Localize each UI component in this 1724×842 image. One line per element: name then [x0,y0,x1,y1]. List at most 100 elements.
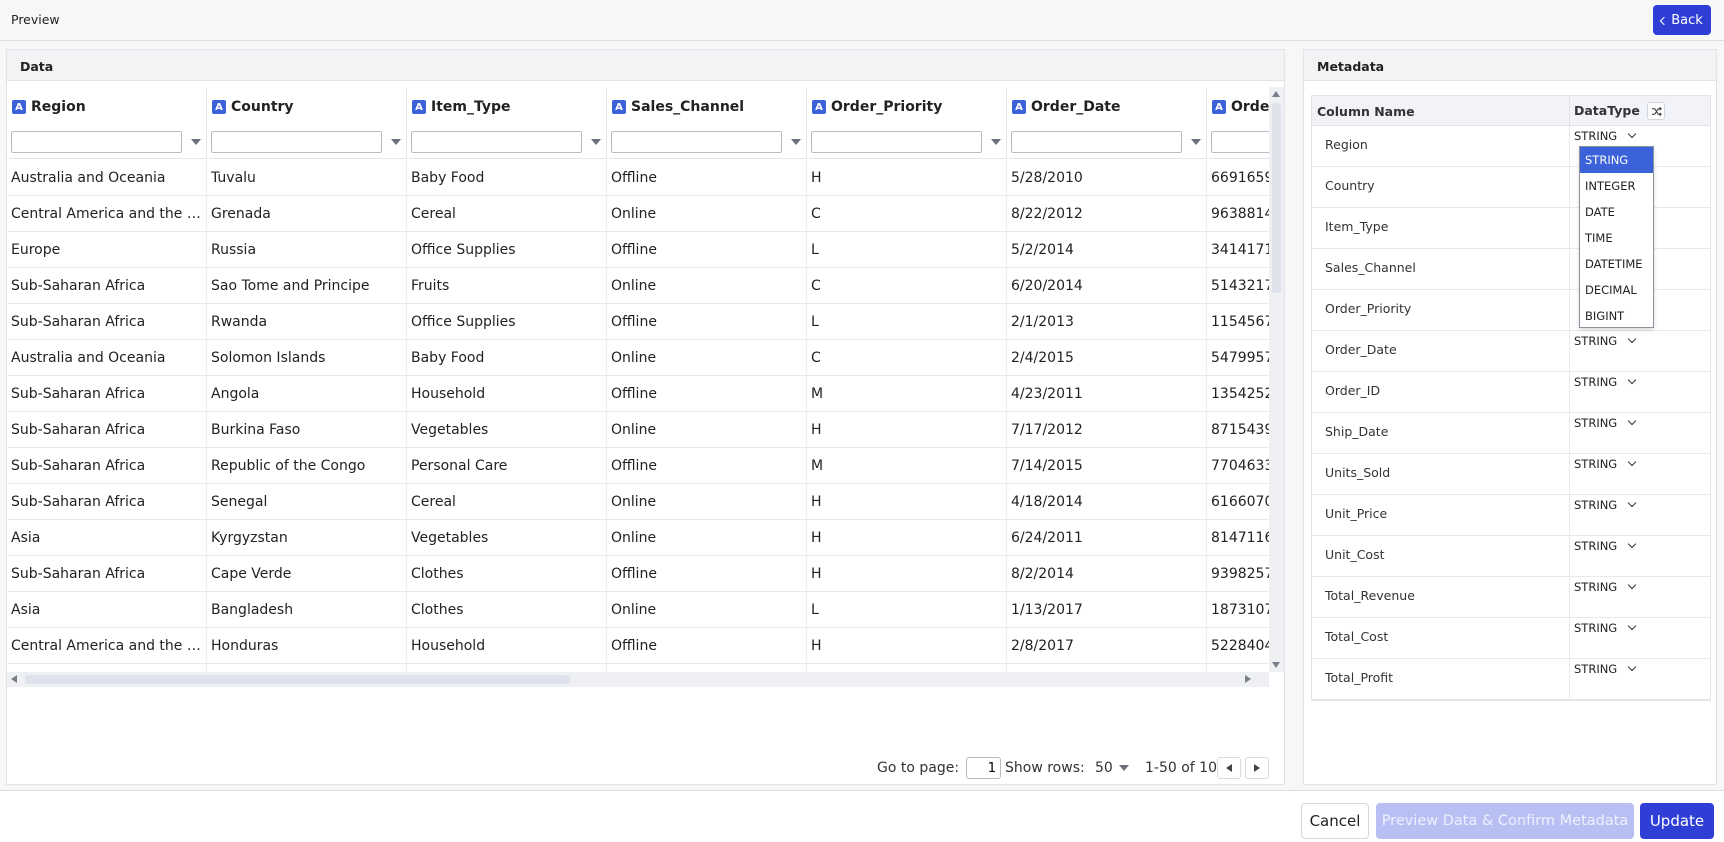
show-rows-select[interactable]: 50 [1091,757,1137,779]
table-row[interactable]: Asia Bangladesh Clothes Online L 1/13/2017 187… [7,592,1269,628]
update-button[interactable]: Update [1640,803,1714,839]
top-bar: Preview Back [0,0,1724,41]
datatype-select[interactable]: STRING [1574,539,1637,553]
column-header[interactable]: A Order_Priority [807,87,1007,159]
table-cell: 6/20/2014 [1007,268,1207,304]
previous-page-button[interactable] [1217,757,1241,779]
metadata-row-divider [1569,249,1570,290]
column-filter-input[interactable] [211,131,382,153]
metadata-row: Units_Sold STRING [1312,454,1710,495]
horizontal-scrollbar[interactable] [7,672,1269,687]
datatype-option[interactable]: TIME [1580,225,1653,251]
datatype-select[interactable]: STRING [1574,416,1637,430]
column-filter-input[interactable] [1011,131,1182,153]
datatype-value: STRING [1574,457,1618,471]
datatype-option[interactable]: DATETIME [1580,251,1653,277]
data-panel: Data A Region A Country A Item_Type A Sales_Cha… [6,49,1285,785]
column-header[interactable]: A Country [207,87,407,159]
column-filter-input[interactable] [411,131,582,153]
table-cell: Fruits [407,268,607,304]
datatype-value: STRING [1574,662,1618,676]
datatype-select[interactable]: STRING [1574,334,1637,348]
datatype-value: STRING [1574,498,1618,512]
filter-menu-button[interactable] [587,133,605,151]
caret-down-icon [791,139,801,145]
column-filter-input[interactable] [811,131,982,153]
datatype-select[interactable]: STRING [1574,375,1637,389]
filter-menu-button[interactable] [787,133,805,151]
table-row[interactable]: Sub-Saharan Africa Sao Tome and Principe F… [7,268,1269,304]
caret-down-icon [591,139,601,145]
column-header-title: A Country [212,99,294,115]
table-row[interactable]: Sub-Saharan Africa Senegal Cereal Online H 4/… [7,484,1269,520]
column-header[interactable]: A Item_Type [407,87,607,159]
metadata-column-name: Item_Type [1325,219,1389,234]
datatype-select[interactable]: STRING [1574,621,1637,635]
column-filter-input[interactable] [11,131,182,153]
caret-down-icon [1191,139,1201,145]
column-header[interactable]: A Sales_Channel [607,87,807,159]
scroll-right-icon[interactable] [1245,675,1251,683]
cancel-button[interactable]: Cancel [1301,803,1369,839]
table-row[interactable]: Sub-Saharan Africa Rwanda Office Supplies O… [7,304,1269,340]
table-cell: 616607081 [1207,484,1269,520]
column-filter-input[interactable] [1211,131,1269,153]
filter-menu-button[interactable] [987,133,1005,151]
datatype-option[interactable]: STRING [1580,147,1653,173]
column-filter-input[interactable] [611,131,782,153]
preview-confirm-button[interactable]: Preview Data & Confirm Metadata [1376,803,1634,839]
goto-page-input[interactable] [966,757,1001,779]
table-cell: Offline [607,376,807,412]
datatype-option[interactable]: BIGINT [1580,303,1653,329]
vertical-scroll-thumb[interactable] [1272,103,1281,293]
vertical-scrollbar[interactable] [1269,87,1284,672]
table-cell: M [807,448,1007,484]
metadata-column-name: Order_ID [1325,383,1381,398]
table-row[interactable]: Central America and the CaribbeanHondura… [7,628,1269,664]
datatype-select[interactable]: STRING [1574,457,1637,471]
shuffle-button[interactable] [1647,102,1665,120]
column-header-title: A Order_Priority [812,99,942,115]
scroll-up-icon[interactable] [1272,91,1280,97]
table-row[interactable]: AsiaMongoliaPersonal CareOfflineC2/19/20… [7,664,1269,672]
metadata-row-divider [1569,536,1570,577]
datatype-option[interactable]: INTEGER [1580,173,1653,199]
table-row[interactable]: Australia and Oceania Tuvalu Baby Food Offl… [7,160,1269,196]
chevron-down-icon [1627,662,1637,672]
column-header-label: Order_ID [1231,99,1269,115]
column-header[interactable]: A Order_ID [1207,87,1269,159]
column-header[interactable]: A Region [7,87,207,159]
scroll-down-icon[interactable] [1272,662,1280,668]
datatype-dropdown-list[interactable]: STRING INTEGER DATE TIME DATETIME DECIMAL BIGI… [1579,146,1654,328]
datatype-select[interactable]: STRING [1574,129,1637,143]
datatype-value: STRING [1574,580,1618,594]
datatype-value: STRING [1574,334,1618,348]
datatype-select[interactable]: STRING [1574,662,1637,676]
datatype-option[interactable]: DATE [1580,199,1653,225]
column-header[interactable]: A Order_Date [1007,87,1207,159]
next-page-button[interactable] [1245,757,1269,779]
horizontal-scroll-thumb[interactable] [25,675,570,684]
table-row[interactable]: Sub-Saharan Africa Cape Verde Clothes Offli… [7,556,1269,592]
filter-menu-button[interactable] [1187,133,1205,151]
table-row[interactable]: Asia Kyrgyzstan Vegetables Online H 6/24/2011… [7,520,1269,556]
table-row[interactable]: Sub-Saharan Africa Burkina Faso Vegetables… [7,412,1269,448]
table-cell: Cereal [407,196,607,232]
filter-menu-button[interactable] [187,133,205,151]
table-row[interactable]: Central America and the CaribbeanGrenada… [7,196,1269,232]
table-row[interactable]: Sub-Saharan Africa Republic of the Congo P… [7,448,1269,484]
scroll-left-icon[interactable] [11,675,17,683]
metadata-row-divider [1569,577,1570,618]
table-row[interactable]: Australia and Oceania Solomon Islands Baby… [7,340,1269,376]
datatype-select[interactable]: STRING [1574,580,1637,594]
datatype-option[interactable]: DECIMAL [1580,277,1653,303]
metadata-column-name: Unit_Price [1325,506,1388,521]
table-cell: Asia [7,664,207,672]
datatype-select[interactable]: STRING [1574,498,1637,512]
table-row[interactable]: Sub-Saharan Africa Angola Household Offline… [7,376,1269,412]
table-cell: 514321792 [1207,268,1269,304]
table-row[interactable]: Europe Russia Office Supplies Offline L 5/2/2… [7,232,1269,268]
filter-menu-button[interactable] [387,133,405,151]
metadata-table-header: Column Name DataType [1312,96,1710,126]
back-button[interactable]: Back [1653,5,1711,35]
